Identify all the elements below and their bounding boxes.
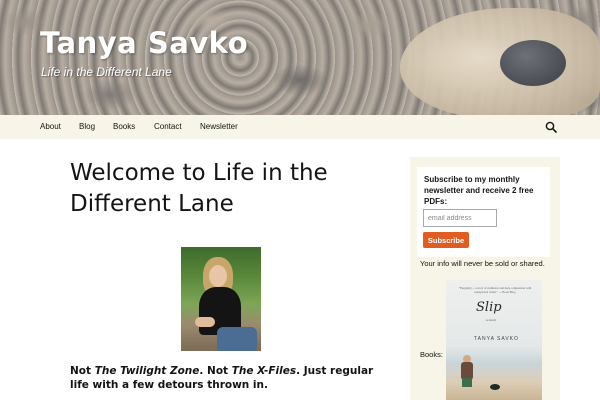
twilight-zone-title: The Twilight Zone bbox=[94, 365, 200, 377]
site-title[interactable]: Tanya Savko bbox=[40, 26, 248, 60]
site-header: Tanya Savko Life in the Different Lane bbox=[0, 0, 600, 115]
book-cover-slip[interactable]: "Engaging ... a story of resilience and … bbox=[446, 280, 542, 400]
email-field[interactable] bbox=[423, 209, 497, 227]
nav-item-about[interactable]: About bbox=[40, 122, 61, 131]
book-quote: "Engaging ... a story of resilience and … bbox=[458, 286, 532, 294]
main-navigation: About Blog Books Contact Newsletter bbox=[0, 115, 600, 139]
nav-item-books[interactable]: Books bbox=[113, 122, 135, 131]
book-author: TANYA SAVKO bbox=[474, 336, 519, 342]
book-title: Slip bbox=[476, 300, 502, 315]
nav-item-contact[interactable]: Contact bbox=[154, 122, 182, 131]
intro-paragraph: Not The Twilight Zone. Not The X-Files. … bbox=[70, 365, 374, 391]
dark-stone bbox=[500, 40, 566, 86]
nav-item-blog[interactable]: Blog bbox=[79, 122, 95, 131]
subscribe-button[interactable]: Subscribe bbox=[423, 232, 469, 248]
search-icon[interactable] bbox=[545, 121, 557, 133]
books-label: Books: bbox=[420, 350, 443, 359]
page-title: Welcome to Life in the Different Lane bbox=[70, 160, 328, 217]
x-files-title: The X-Files bbox=[231, 365, 297, 377]
book-subtitle: a novel bbox=[486, 318, 497, 322]
privacy-note: Your info will never be sold or shared. bbox=[420, 259, 545, 268]
site-tagline: Life in the Different Lane bbox=[41, 65, 172, 79]
nav-item-newsletter[interactable]: Newsletter bbox=[200, 122, 238, 131]
author-photo bbox=[181, 247, 261, 351]
newsletter-signup-text: Subscribe to my monthly newsletter and r… bbox=[424, 175, 534, 206]
